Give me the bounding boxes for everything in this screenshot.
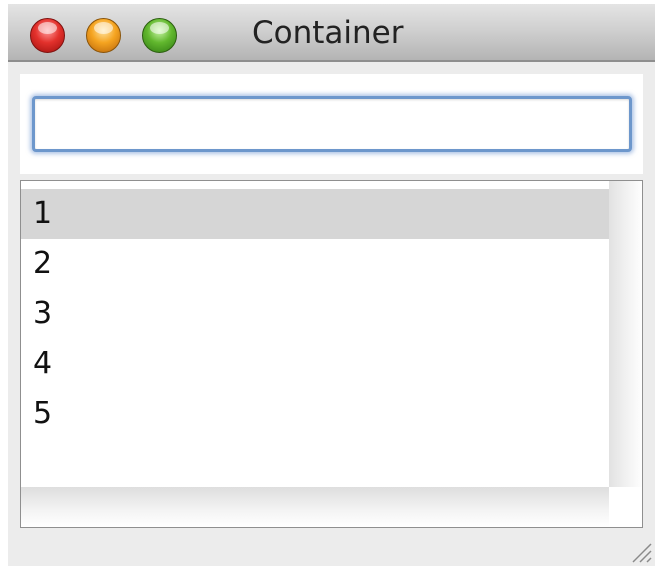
app-window: Container 1 2 3 4 5	[8, 4, 655, 566]
search-area	[20, 74, 643, 174]
list-item[interactable]: 1	[21, 189, 609, 239]
resize-grip-icon[interactable]	[627, 538, 653, 564]
list-item[interactable]: 5	[21, 389, 609, 439]
list-item[interactable]: 3	[21, 289, 609, 339]
horizontal-scrollbar[interactable]	[21, 487, 609, 527]
vertical-scrollbar[interactable]	[609, 181, 642, 487]
search-input[interactable]	[32, 96, 632, 152]
window-title: Container	[252, 15, 404, 51]
scroll-corner	[609, 487, 642, 527]
item-list[interactable]: 1 2 3 4 5	[20, 180, 643, 528]
list-item[interactable]: 4	[21, 339, 609, 389]
item-list-content: 1 2 3 4 5	[21, 181, 609, 487]
title-bar[interactable]: Container	[8, 4, 655, 62]
list-item[interactable]: 2	[21, 239, 609, 289]
